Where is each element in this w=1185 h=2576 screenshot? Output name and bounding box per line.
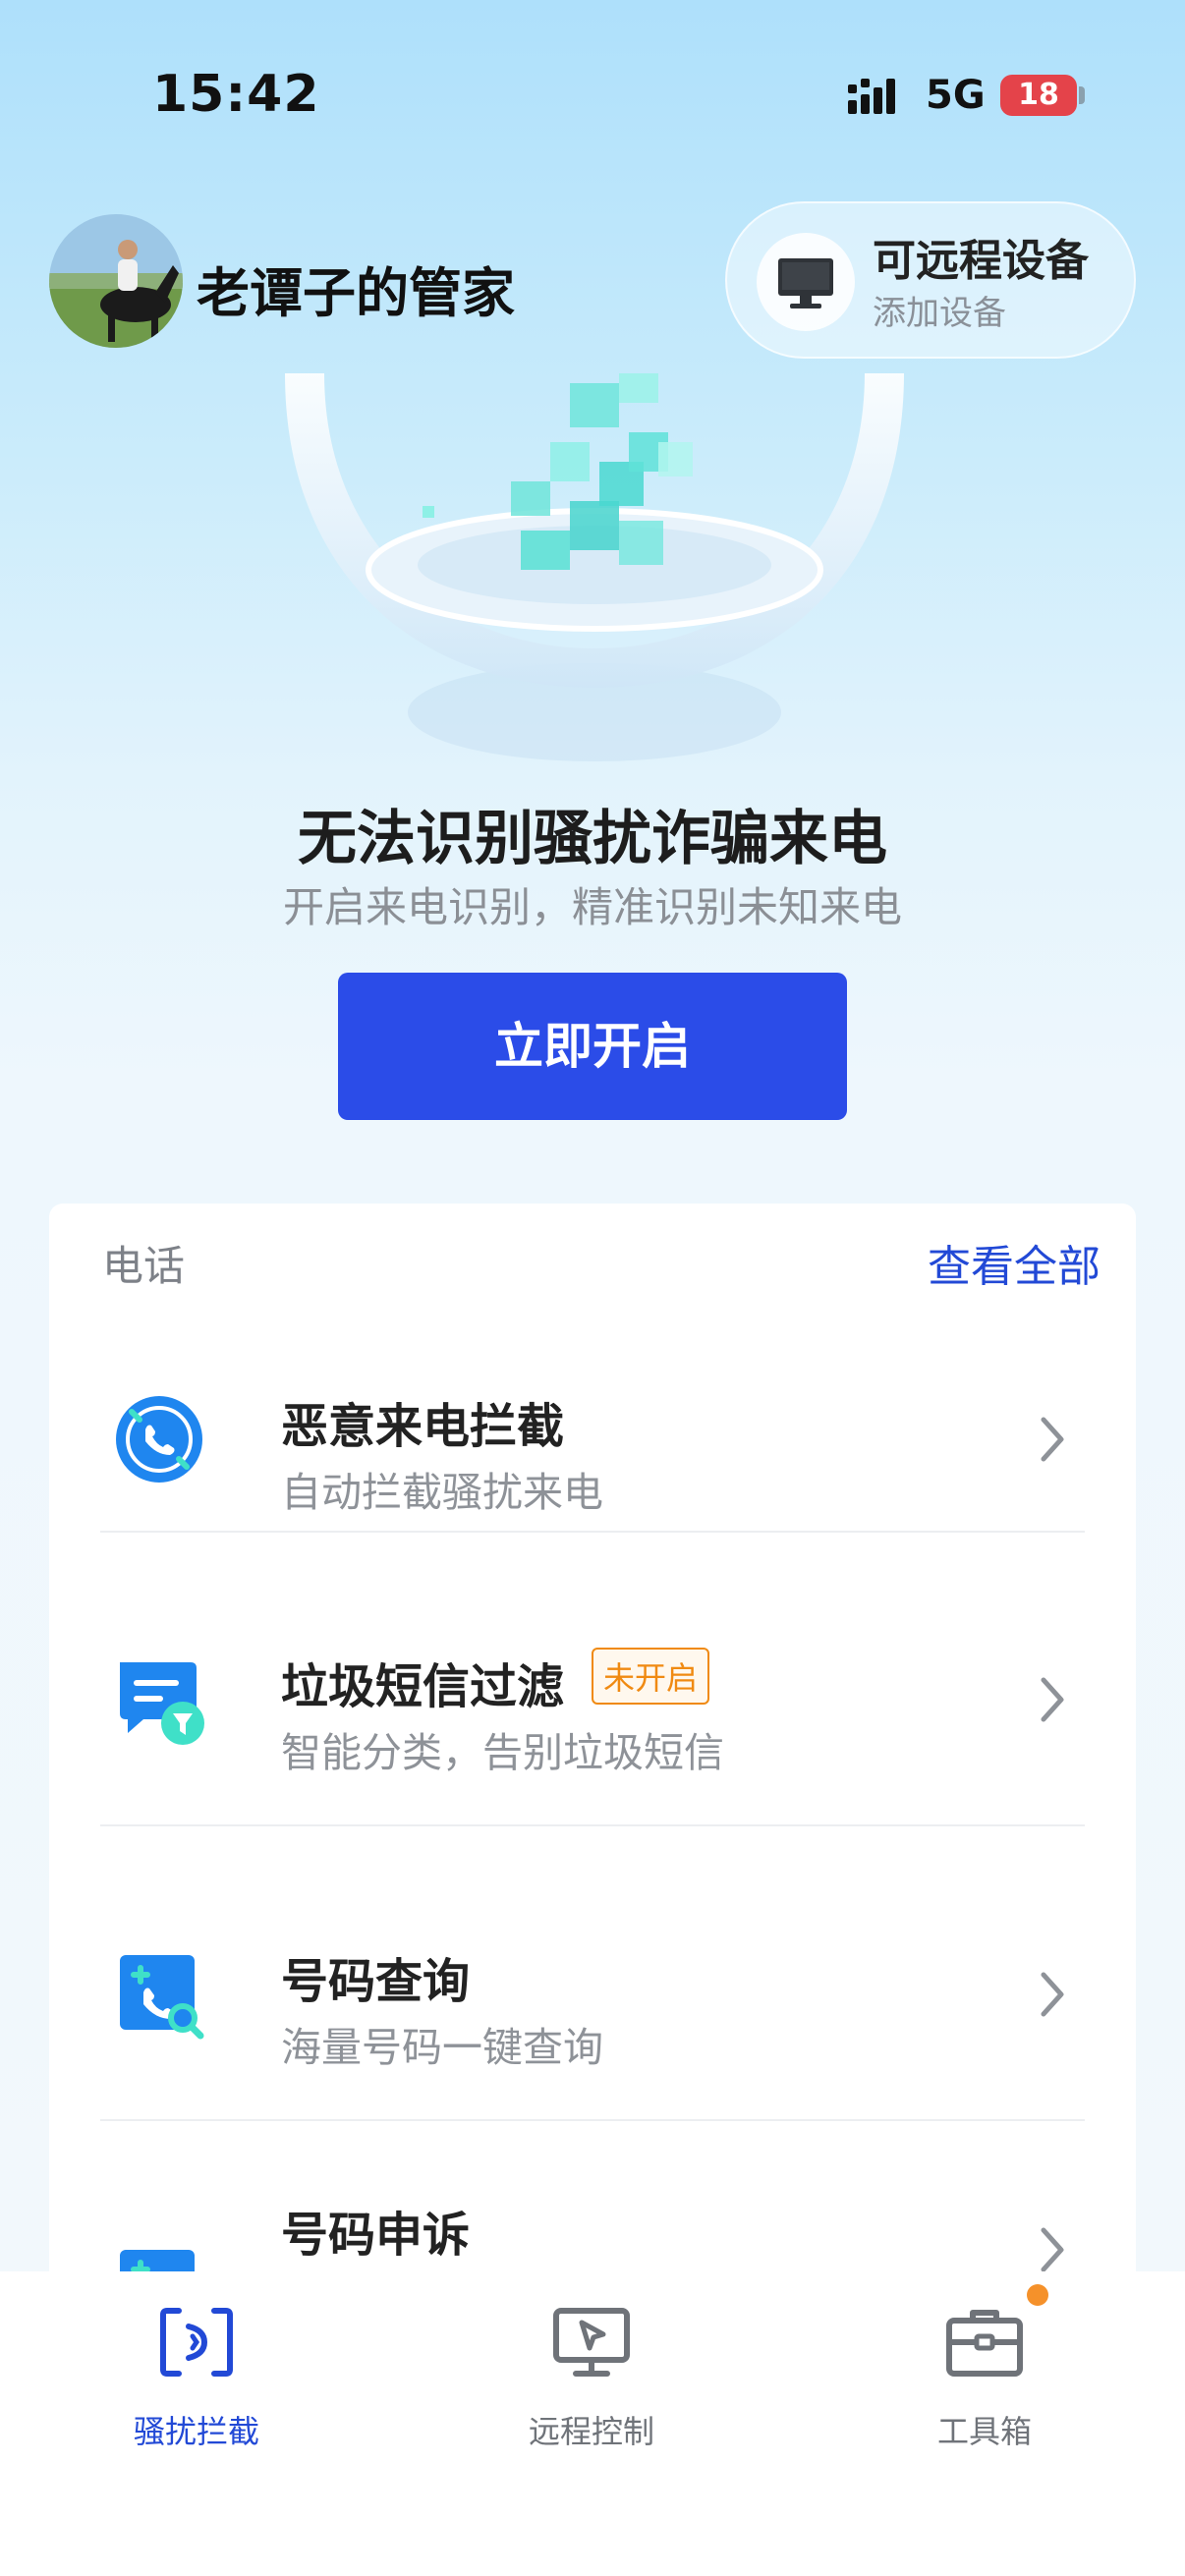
remote-device-card[interactable]: 可远程设备 添加设备 (725, 201, 1136, 359)
feature-row-number-search[interactable]: 号码查询 海量号码一键查询 (49, 1901, 1136, 2156)
add-device-link[interactable]: 添加设备 (873, 286, 1006, 334)
hero-subtitle: 开启来电识别，精准识别未知来电 (282, 883, 902, 931)
nav-label: 远程控制 (528, 2413, 654, 2450)
status-bar: 15:42 5G 18 (0, 0, 1185, 187)
feature-title: 恶意来电拦截 (281, 1399, 565, 1454)
feature-title: 号码查询 (281, 1954, 471, 2009)
feature-title: 垃圾短信过滤 (281, 1659, 565, 1714)
nav-tab-remote-control[interactable]: 远程控制 (444, 2271, 739, 2468)
divider (100, 2119, 1085, 2121)
feature-subtitle: 海量号码一键查询 (281, 2024, 603, 2071)
view-all-link[interactable]: 查看全部 (928, 1231, 1100, 1294)
nav-tab-toolbox[interactable]: 工具箱 (837, 2271, 1132, 2468)
number-search-icon (120, 1955, 204, 2040)
battery-cap (1079, 86, 1085, 104)
nav-label: 骚扰拦截 (133, 2413, 259, 2450)
battery-level: 18 (1000, 75, 1077, 116)
chevron-right-icon (1041, 2227, 1064, 2272)
nav-tab-harassment-block[interactable]: 骚扰拦截 (49, 2271, 344, 2468)
feature-subtitle: 自动拦截骚扰来电 (281, 1469, 603, 1516)
divider (100, 1824, 1085, 1826)
shield-cubes-illustration (285, 373, 904, 761)
feature-title: 号码申诉 (281, 2208, 471, 2263)
nav-label: 工具箱 (936, 2413, 1032, 2450)
feature-row-call-block[interactable]: 恶意来电拦截 自动拦截骚扰来电 (49, 1346, 1136, 1601)
sms-filter-icon (120, 1662, 204, 1745)
section-label-phone: 电话 (102, 1242, 186, 1290)
notification-dot (1027, 2284, 1048, 2306)
feature-subtitle: 智能分类，告别垃圾短信 (281, 1729, 724, 1776)
divider (100, 1531, 1085, 1533)
signal-icon (848, 79, 895, 114)
bottom-nav: 骚扰拦截 远程控制 工具箱 (0, 2271, 1185, 2576)
feature-row-sms-filter[interactable]: 垃圾短信过滤 未开启 智能分类，告别垃圾短信 (49, 1606, 1136, 1862)
chevron-right-icon (1041, 1972, 1064, 2017)
enable-now-button[interactable]: 立即开启 (338, 973, 847, 1120)
status-badge: 未开启 (592, 1648, 710, 1705)
phone-block-icon (116, 1396, 202, 1483)
remote-monitor-icon (553, 2308, 630, 2377)
phone-shield-icon (160, 2308, 233, 2377)
avatar-photo (49, 214, 183, 348)
toolbox-icon (946, 2310, 1023, 2377)
user-name: 老谭子的管家 (197, 262, 515, 324)
remote-device-title: 可远程设备 (873, 236, 1089, 286)
chevron-right-icon (1041, 1677, 1064, 1722)
network-type: 5G (926, 73, 986, 118)
monitor-icon (757, 233, 855, 331)
avatar[interactable] (49, 214, 183, 348)
chevron-right-icon (1041, 1417, 1064, 1462)
phone-features-card: 电话 查看全部 恶意来电拦截 自动拦截骚扰来电 垃圾短信过滤 未开启 智能分类，… (49, 1204, 1136, 2284)
status-time: 15:42 (152, 65, 320, 124)
hero-title: 无法识别骚扰诈骗来电 (298, 805, 887, 873)
